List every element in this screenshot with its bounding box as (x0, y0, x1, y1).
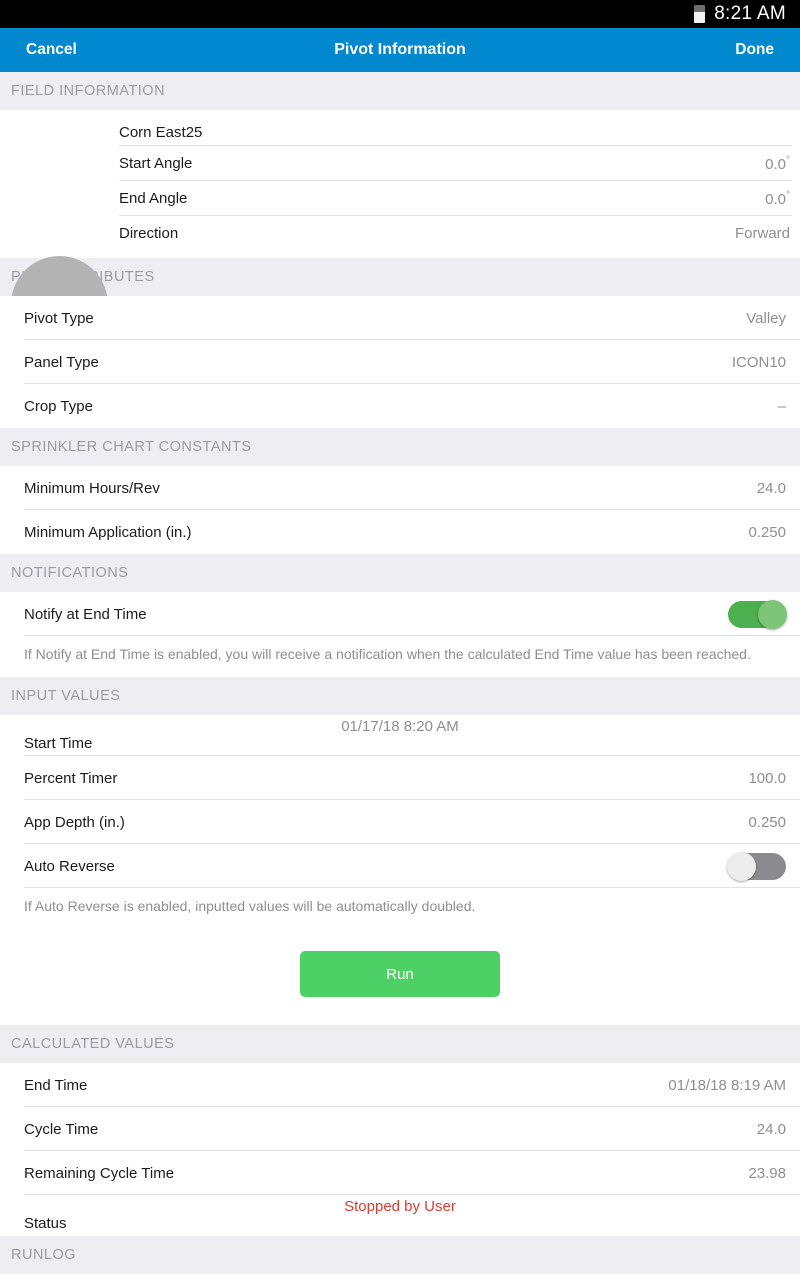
end-angle-value: 0.0° (765, 189, 790, 208)
panel-type-label: Panel Type (24, 353, 99, 371)
field-name-row[interactable]: Corn East25 (119, 110, 800, 146)
pivot-attributes-section: Pivot Type Valley Panel Type ICON10 Crop… (0, 296, 800, 428)
auto-reverse-toggle[interactable] (727, 851, 786, 881)
start-time-label: Start Time (24, 735, 93, 753)
sprinkler-chart-constants-section: Minimum Hours/Rev 24.0 Minimum Applicati… (0, 466, 800, 554)
percent-timer-row[interactable]: Percent Timer 100.0 (0, 756, 800, 801)
navigation-bar: Cancel Pivot Information Done (0, 28, 800, 72)
toggle-knob (727, 851, 756, 881)
panel-type-row[interactable]: Panel Type ICON10 (0, 340, 800, 384)
degree-icon: ° (786, 189, 790, 201)
status-row: Status Stopped by User (0, 1195, 800, 1237)
section-header-runlog: RUNLOG (0, 1236, 800, 1275)
minimum-hours-per-rev-label: Minimum Hours/Rev (24, 479, 160, 497)
remaining-cycle-time-row: Remaining Cycle Time 23.98 (0, 1151, 800, 1196)
app-depth-row[interactable]: App Depth (in.) 0.250 (0, 800, 800, 845)
pivot-type-label: Pivot Type (24, 309, 94, 327)
done-button[interactable]: Done (735, 41, 774, 59)
cycle-time-row: Cycle Time 24.0 (0, 1107, 800, 1152)
field-information-section: Corn East25 Start Angle 0.0° End Angle 0… (0, 110, 800, 353)
minimum-application-row[interactable]: Minimum Application (in.) 0.250 (0, 510, 800, 554)
end-time-value: 01/18/18 8:19 AM (668, 1076, 786, 1094)
pivot-information-screen: 8:21 AM Cancel Pivot Information Done FI… (0, 0, 800, 1280)
section-header-sprinkler-chart-constants: SPRINKLER CHART CONSTANTS (0, 428, 800, 466)
start-time-row[interactable]: Start Time 01/17/18 8:20 AM (0, 715, 800, 757)
remaining-cycle-time-label: Remaining Cycle Time (24, 1164, 175, 1182)
status-bar: 8:21 AM (0, 0, 800, 28)
run-button-container: Run (0, 929, 800, 1026)
battery-icon (694, 5, 706, 23)
end-angle-row[interactable]: End Angle 0.0° (119, 181, 800, 216)
status-badge: Stopped by User (344, 1198, 456, 1216)
minimum-hours-per-rev-row[interactable]: Minimum Hours/Rev 24.0 (0, 466, 800, 510)
notifications-section: Notify at End Time If Notify at End Time… (0, 592, 800, 678)
cycle-time-value: 24.0 (756, 1120, 786, 1138)
crop-type-label: Crop Type (24, 397, 93, 415)
section-header-pivot-attributes: PIVOT ATTRIBUTES (0, 258, 800, 296)
section-header-input-values: INPUT VALUES (0, 677, 800, 716)
start-angle-row[interactable]: Start Angle 0.0° (119, 146, 800, 181)
runlog-section: 01/17/18 8:19 AM (0, 1274, 800, 1280)
end-time-label: End Time (24, 1076, 88, 1094)
runlog-entry[interactable]: 01/17/18 8:19 AM (0, 1274, 800, 1280)
app-depth-label: App Depth (in.) (24, 813, 125, 831)
cancel-button[interactable]: Cancel (26, 41, 77, 59)
panel-type-value: ICON10 (731, 353, 786, 371)
divider (24, 635, 800, 636)
page-title: Pivot Information (334, 41, 466, 58)
minimum-hours-per-rev-value: 24.0 (756, 479, 786, 497)
minimum-application-value: 0.250 (748, 523, 786, 541)
status-bar-clock: 8:21 AM (714, 3, 786, 24)
direction-value: Forward (734, 225, 790, 242)
status-label: Status (24, 1215, 67, 1233)
auto-reverse-footnote: If Auto Reverse is enabled, inputted val… (0, 888, 800, 930)
field-name-label: Corn East25 (119, 123, 203, 141)
remaining-cycle-time-value: 23.98 (748, 1164, 786, 1182)
crop-type-row[interactable]: Crop Type – (0, 384, 800, 428)
notifications-footnote: If Notify at End Time is enabled, you wi… (0, 636, 800, 678)
pivot-type-row[interactable]: Pivot Type Valley (0, 296, 800, 340)
notify-at-end-time-toggle[interactable] (728, 599, 787, 629)
section-header-field-information: FIELD INFORMATION (0, 72, 800, 110)
section-header-notifications: NOTIFICATIONS (0, 554, 800, 592)
end-time-row: End Time 01/18/18 8:19 AM (0, 1063, 800, 1108)
direction-row[interactable]: Direction Forward (119, 216, 800, 251)
degree-icon: ° (786, 154, 790, 166)
percent-timer-value[interactable]: 100.0 (748, 770, 786, 787)
auto-reverse-row[interactable]: Auto Reverse (0, 844, 800, 889)
auto-reverse-label: Auto Reverse (24, 857, 115, 875)
notify-at-end-time-row[interactable]: Notify at End Time (0, 592, 800, 636)
input-values-section: Start Time 01/17/18 8:20 AM Percent Time… (0, 715, 800, 1026)
end-angle-label: End Angle (119, 190, 188, 207)
run-button[interactable]: Run (300, 951, 500, 998)
crop-type-value: – (777, 397, 786, 415)
toggle-knob (758, 599, 787, 629)
percent-timer-label: Percent Timer (24, 769, 118, 787)
minimum-application-label: Minimum Application (in.) (24, 523, 192, 541)
start-angle-value: 0.0° (765, 154, 790, 173)
start-time-value[interactable]: 01/17/18 8:20 AM (0, 718, 800, 735)
calculated-values-section: End Time 01/18/18 8:19 AM Cycle Time 24.… (0, 1063, 800, 1237)
pivot-type-value: Valley (746, 309, 786, 327)
divider (24, 887, 800, 889)
section-header-calculated-values: CALCULATED VALUES (0, 1025, 800, 1064)
cycle-time-label: Cycle Time (24, 1120, 99, 1138)
direction-label: Direction (119, 225, 179, 242)
notify-at-end-time-label: Notify at End Time (24, 605, 147, 623)
app-depth-value[interactable]: 0.250 (748, 814, 786, 831)
start-angle-label: Start Angle (119, 155, 193, 172)
